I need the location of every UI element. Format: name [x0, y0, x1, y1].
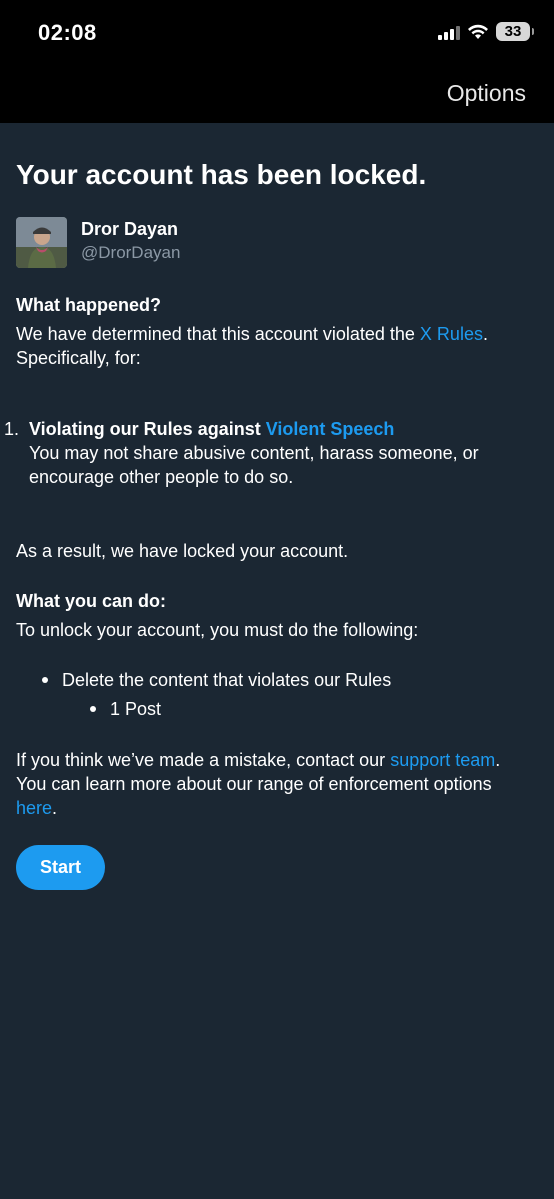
- options-button[interactable]: Options: [447, 80, 526, 107]
- support-team-link[interactable]: support team: [390, 750, 495, 770]
- violation-description: You may not share abusive content, haras…: [29, 443, 479, 487]
- result-text: As a result, we have locked your account…: [16, 541, 349, 561]
- x-rules-link[interactable]: X Rules: [420, 324, 483, 344]
- list-item: Delete the content that violates our Rul…: [42, 668, 391, 692]
- list-item: 1 Post: [90, 697, 161, 721]
- what-you-can-do-heading: What you can do:: [16, 591, 166, 611]
- avatar: [16, 217, 67, 268]
- violation-explanation: We have determined that this account vio…: [16, 324, 488, 368]
- step-sub-item: 1 Post: [110, 699, 162, 719]
- bullet-icon: [90, 706, 96, 712]
- violation-title: Violating our Rules against Violent Spee…: [29, 419, 395, 439]
- step-label: Delete the content that violates our Rul…: [62, 670, 392, 690]
- cellular-signal-icon: [438, 24, 460, 40]
- battery-icon: 33: [496, 22, 534, 41]
- bullet-icon: [42, 677, 48, 683]
- start-button[interactable]: Start: [16, 845, 105, 890]
- status-time: 02:08: [38, 20, 97, 45]
- status-bar: 02:08 33 Options: [0, 0, 554, 123]
- list-number: 1.: [4, 419, 20, 439]
- wifi-icon: [468, 24, 488, 39]
- violation-list-item: 1. Violating our Rules against Violent S…: [0, 417, 540, 489]
- user-name: Dror Dayan: [81, 219, 179, 239]
- violent-speech-link[interactable]: Violent Speech: [266, 419, 395, 439]
- what-happened-heading: What happened?: [16, 295, 161, 315]
- footer-text: If you think we’ve made a mistake, conta…: [16, 750, 501, 818]
- unlock-instructions: To unlock your account, you must do the …: [16, 620, 419, 640]
- user-info: Dror Dayan @DrorDayan: [16, 217, 180, 268]
- page-title: Your account has been locked.: [16, 159, 427, 190]
- avatar-photo-icon: [16, 217, 67, 268]
- here-link[interactable]: here: [16, 798, 52, 818]
- system-icons: 33: [438, 22, 534, 41]
- user-handle: @DrorDayan: [81, 243, 181, 262]
